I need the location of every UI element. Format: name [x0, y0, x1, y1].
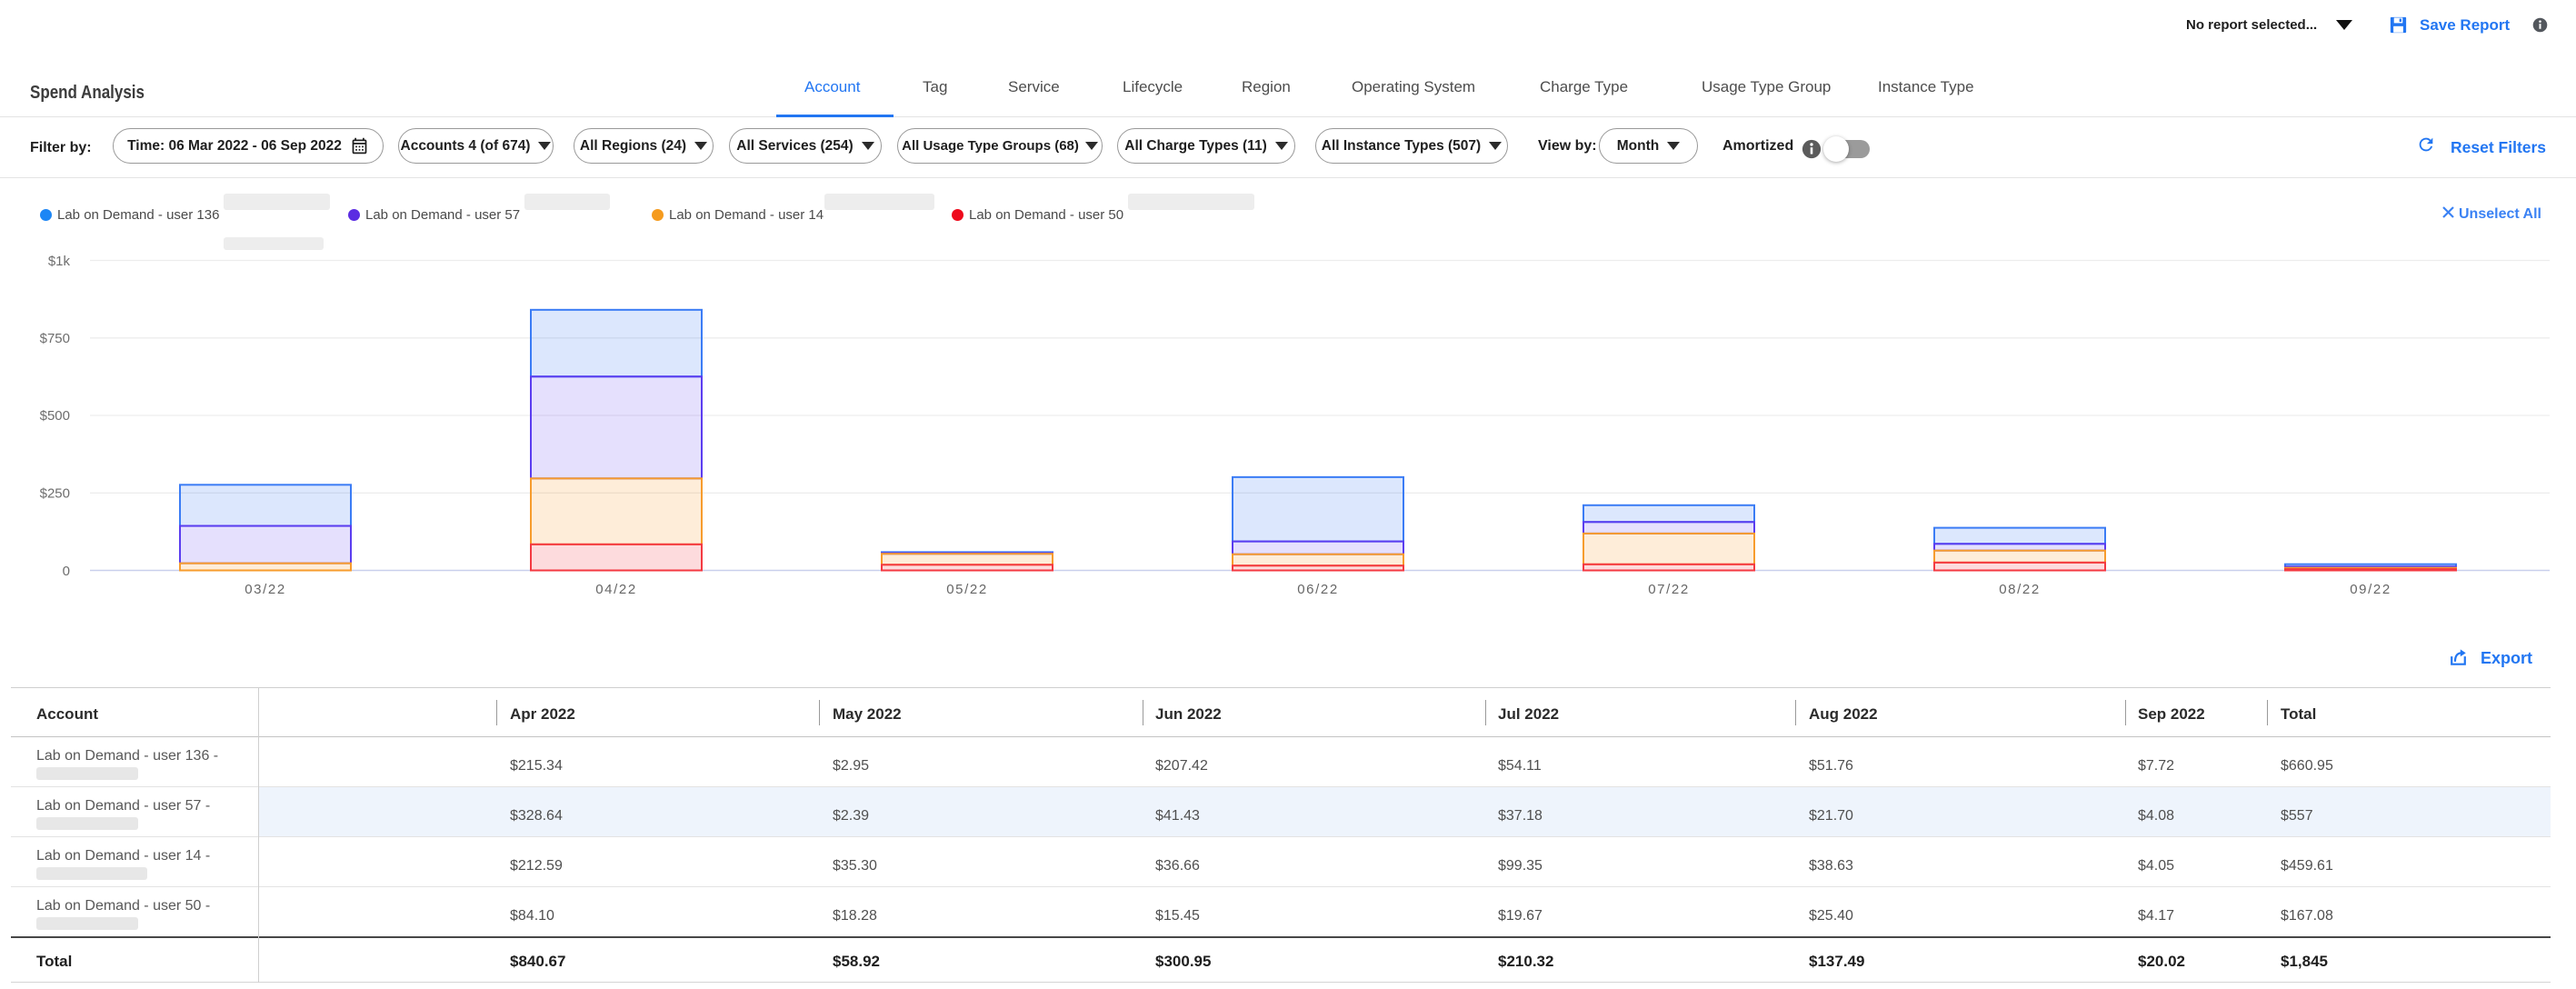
svg-text:09/22: 09/22 [2350, 582, 2391, 597]
svg-text:08/22: 08/22 [1999, 582, 2041, 597]
svg-text:0: 0 [63, 564, 70, 579]
svg-text:07/22: 07/22 [1648, 582, 1690, 597]
svg-text:06/22: 06/22 [1297, 582, 1339, 597]
svg-text:$500: $500 [40, 408, 70, 424]
svg-text:$750: $750 [40, 331, 70, 346]
svg-text:03/22: 03/22 [245, 582, 286, 597]
svg-text:05/22: 05/22 [946, 582, 988, 597]
svg-text:$1k: $1k [48, 254, 71, 269]
svg-text:$250: $250 [40, 486, 70, 502]
svg-text:04/22: 04/22 [595, 582, 637, 597]
